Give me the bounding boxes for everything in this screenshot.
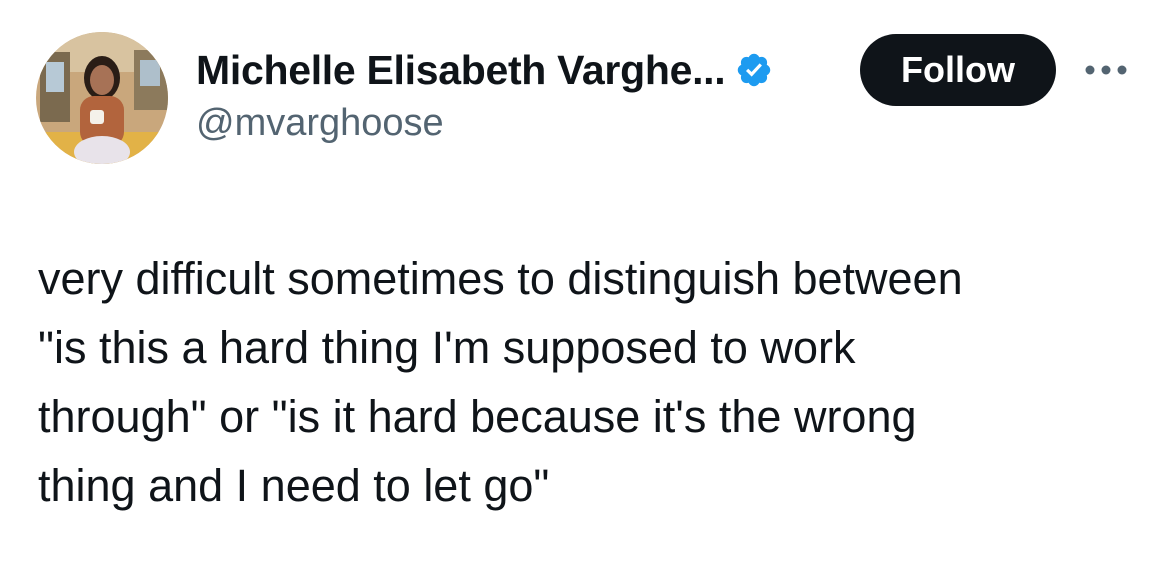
tweet-text-line: through" or "is it hard because it's the…: [38, 391, 917, 442]
handle[interactable]: @mvarghoose: [196, 102, 773, 145]
avatar[interactable]: [36, 32, 168, 164]
avatar-photo: [36, 32, 168, 164]
follow-button[interactable]: Follow: [860, 34, 1056, 106]
display-name[interactable]: Michelle Elisabeth Varghe...: [196, 47, 726, 94]
name-row: Michelle Elisabeth Varghe...: [196, 44, 773, 96]
more-horizontal-icon[interactable]: [1082, 60, 1130, 80]
author-block: Michelle Elisabeth Varghe... @mvarghoose: [196, 44, 773, 145]
tweet-text-line: very difficult sometimes to distinguish …: [38, 253, 963, 304]
tweet-card: Michelle Elisabeth Varghe... @mvarghoose…: [0, 0, 1170, 564]
tweet-text-line: "is this a hard thing I'm supposed to wo…: [38, 322, 856, 373]
verified-badge-icon: [735, 51, 773, 89]
tweet-text: very difficult sometimes to distinguish …: [38, 244, 1138, 520]
tweet-text-line: thing and I need to let go": [38, 460, 550, 511]
